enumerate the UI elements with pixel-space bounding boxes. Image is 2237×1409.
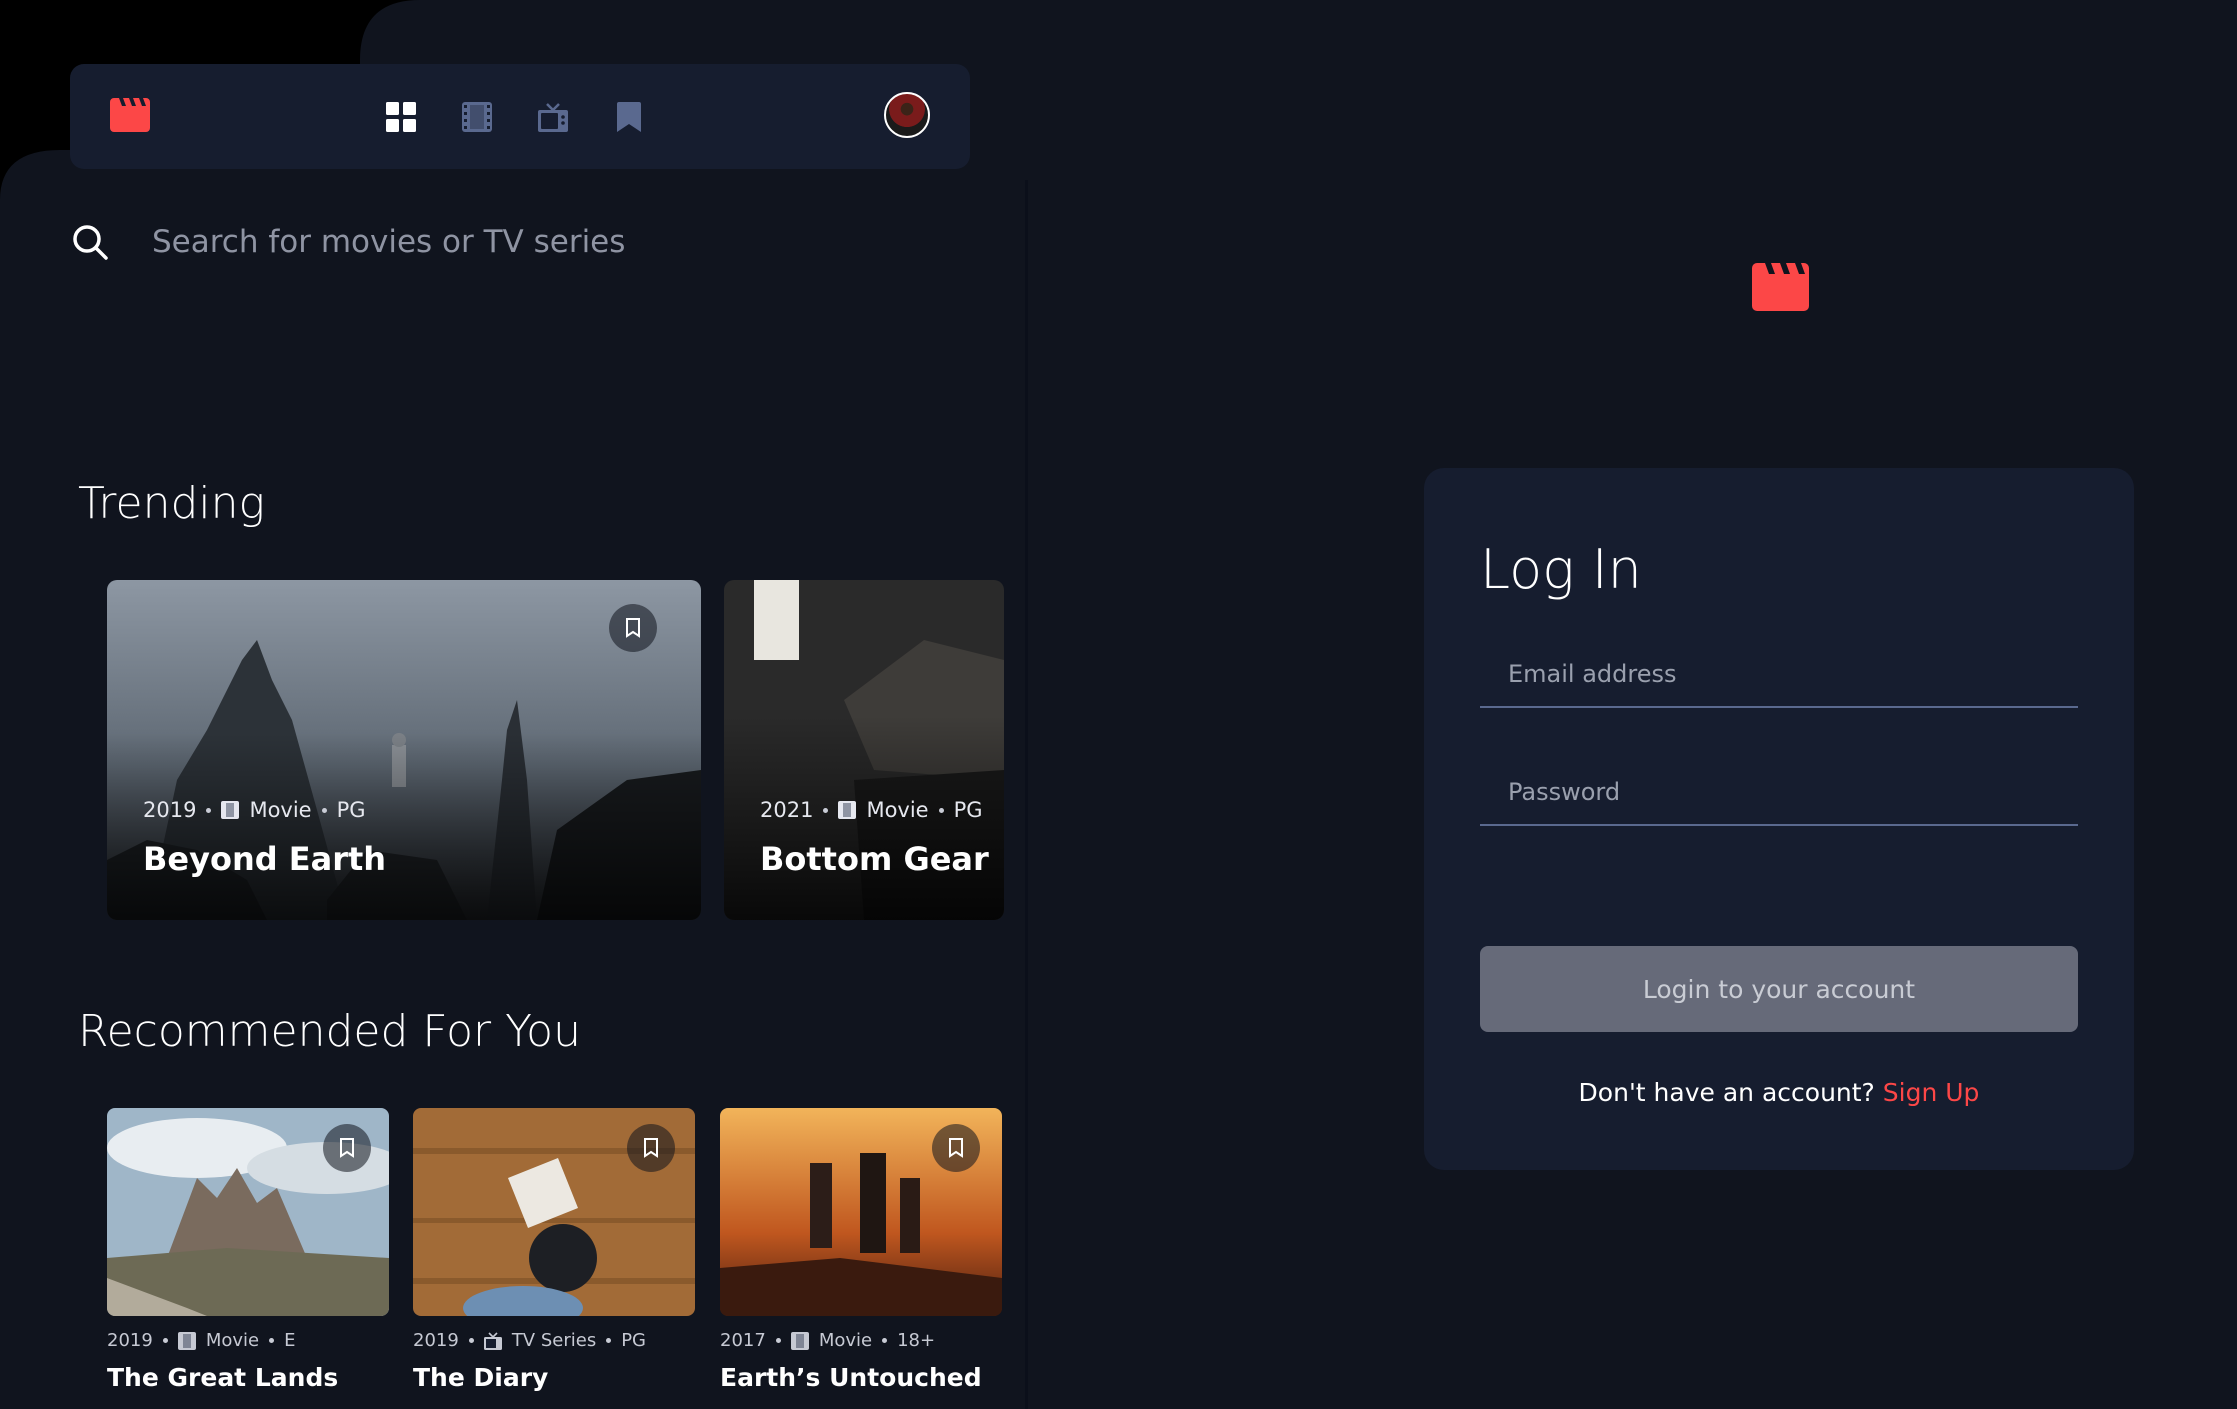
film-icon (790, 1331, 809, 1350)
password-field[interactable] (1480, 764, 2078, 820)
card-meta: 2019 Movie E (107, 1330, 389, 1351)
card-meta: 2017 Movie 18+ (720, 1330, 1002, 1351)
login-button[interactable]: Login to your account (1480, 946, 2078, 1032)
card-title: Beyond Earth (143, 840, 387, 878)
bookmark-empty-icon (949, 1138, 963, 1158)
search-icon (73, 225, 108, 260)
recommended-card[interactable]: 2017 Movie 18+ Earth’s Untouched (720, 1108, 1002, 1392)
film-icon (838, 801, 857, 819)
separator-dot (882, 1338, 888, 1343)
grid-icon[interactable] (386, 102, 416, 132)
bookmark-button[interactable] (323, 1124, 371, 1172)
tv-icon (483, 1331, 502, 1350)
category-label: Movie (205, 1330, 260, 1351)
signup-link[interactable]: Sign Up (1883, 1078, 1980, 1107)
year-label: 2019 (107, 1330, 153, 1351)
search-input[interactable] (150, 214, 954, 270)
rating-label: 18+ (897, 1330, 936, 1351)
separator-dot (321, 807, 327, 813)
bookmark-empty-icon (626, 618, 640, 638)
bookmark-empty-icon (644, 1138, 658, 1158)
login-card: Log In Login to your account Don't have … (1424, 468, 2134, 1170)
bookmark-button[interactable] (932, 1124, 980, 1172)
recommended-heading: Recommended For You (78, 1006, 581, 1057)
email-field[interactable] (1480, 646, 2078, 702)
year-label: 2019 (143, 798, 197, 822)
year-label: 2017 (720, 1330, 766, 1351)
separator-dot (162, 1338, 168, 1343)
category-label: Movie (249, 798, 312, 822)
clapperboard-logo-icon[interactable] (110, 98, 150, 132)
recommended-card[interactable]: 2019 Movie E The Great Lands (107, 1108, 389, 1392)
separator-dot (823, 807, 829, 813)
rating-label: PG (953, 798, 983, 822)
rating-label: PG (621, 1330, 647, 1351)
film-icon (221, 801, 240, 819)
login-title: Log In (1480, 538, 1642, 601)
recommended-card[interactable]: 2019 TV Series PG The Diary (413, 1108, 695, 1392)
separator-dot (938, 807, 944, 813)
rating-label: E (284, 1330, 296, 1351)
password-field-wrapper (1480, 756, 2078, 826)
separator-dot (468, 1338, 474, 1343)
tv-icon[interactable] (538, 102, 568, 132)
clapperboard-logo-icon (1752, 263, 1809, 311)
recommended-thumbnail (720, 1108, 1002, 1316)
trending-card[interactable]: 2021 Movie PG Bottom Gear (724, 580, 1004, 920)
film-icon[interactable] (462, 102, 492, 132)
signup-prompt-text: Don't have an account? (1578, 1078, 1875, 1107)
bookmark-icon[interactable] (614, 102, 644, 132)
separator-dot (269, 1338, 275, 1343)
separator-dot (775, 1338, 781, 1343)
card-title: The Diary (413, 1363, 549, 1392)
trending-card[interactable]: 2019 Movie PG Beyond Earth (107, 580, 701, 920)
recommended-thumbnail (107, 1108, 389, 1316)
category-label: Movie (818, 1330, 873, 1351)
card-title: Bottom Gear (760, 840, 989, 878)
year-label: 2021 (760, 798, 814, 822)
category-label: Movie (866, 798, 929, 822)
year-label: 2019 (413, 1330, 459, 1351)
separator-dot (606, 1338, 612, 1343)
card-meta: 2019 TV Series PG (413, 1330, 695, 1351)
card-title: Earth’s Untouched (720, 1363, 982, 1392)
email-field-wrapper (1480, 638, 2078, 708)
bookmark-button[interactable] (627, 1124, 675, 1172)
recommended-thumbnail (413, 1108, 695, 1316)
card-title: The Great Lands (107, 1363, 339, 1392)
rating-label: PG (336, 798, 366, 822)
bookmark-button[interactable] (609, 604, 657, 652)
signup-prompt: Don't have an account? Sign Up (1424, 1078, 2134, 1107)
film-icon (177, 1331, 196, 1350)
trending-heading: Trending (78, 478, 265, 529)
panel-divider (1025, 180, 1028, 1409)
card-meta: 2021 Movie PG (760, 798, 983, 822)
category-label: TV Series (511, 1330, 597, 1351)
search-bar (70, 206, 970, 276)
bookmark-empty-icon (340, 1138, 354, 1158)
card-meta: 2019 Movie PG (143, 798, 366, 822)
separator-dot (206, 807, 212, 813)
top-navbar (70, 64, 970, 169)
user-avatar[interactable] (884, 92, 930, 138)
